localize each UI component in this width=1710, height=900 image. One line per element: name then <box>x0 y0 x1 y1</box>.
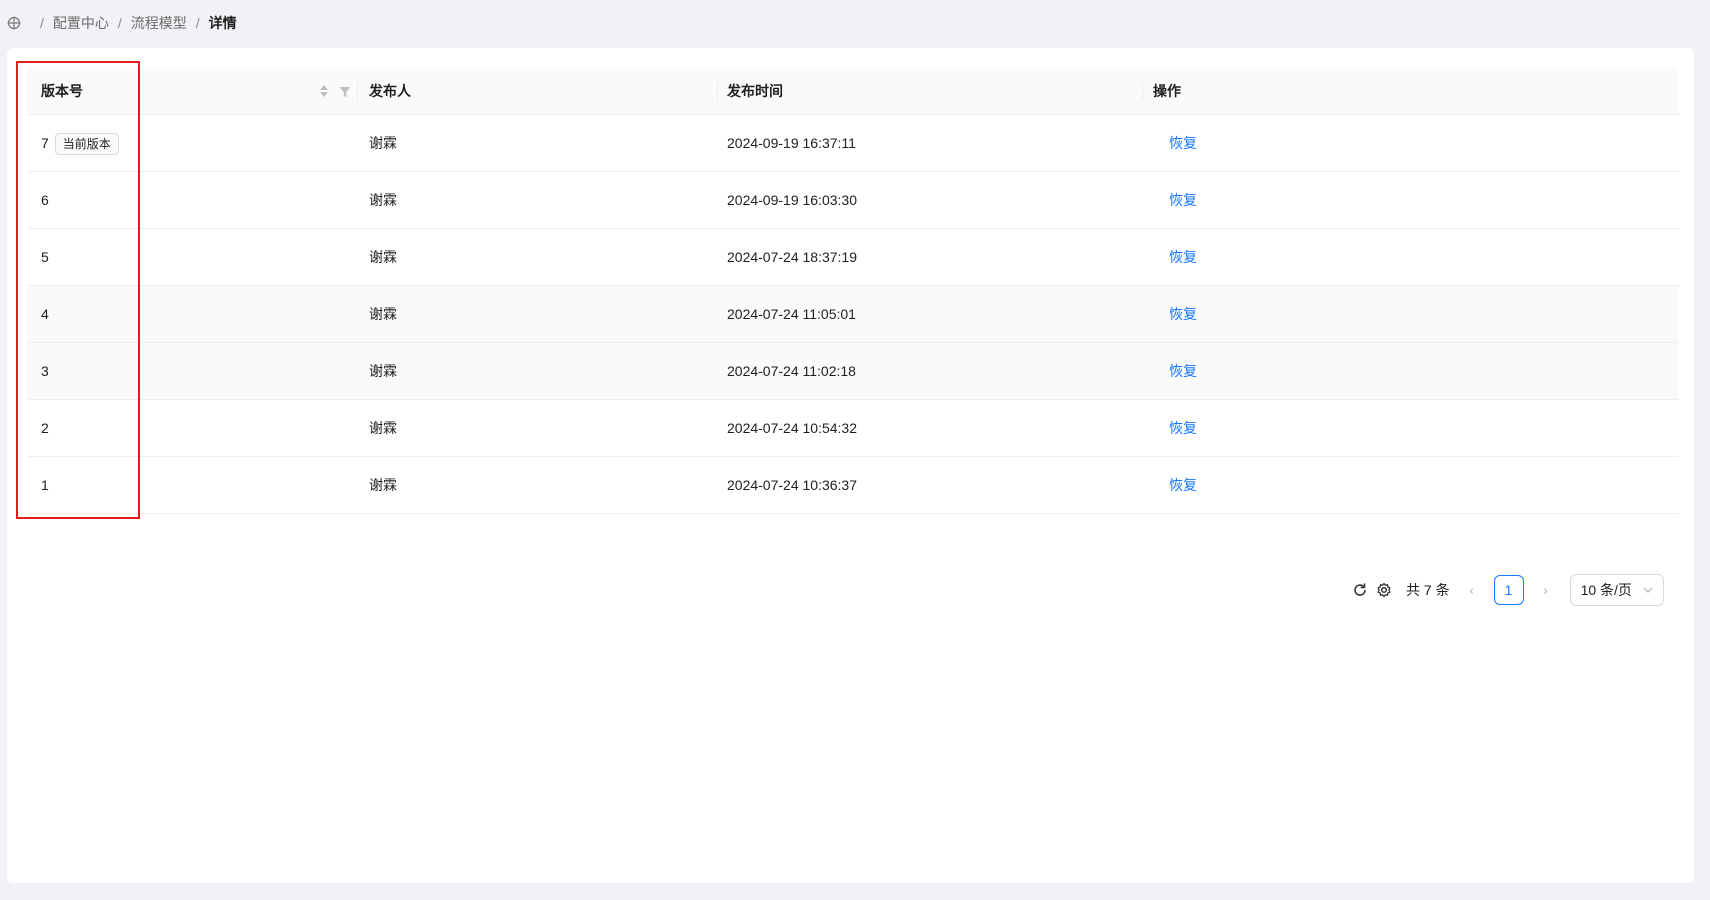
column-header-actions: 操作 <box>1153 83 1181 99</box>
move-icon[interactable] <box>7 16 21 30</box>
restore-link[interactable]: 恢复 <box>1169 286 1197 342</box>
pagination: 共 7 条 ‹ 1 › 10 条/页 <box>1352 573 1664 607</box>
column-header-publish-time: 发布时间 <box>727 83 783 99</box>
settings-icon[interactable] <box>1376 582 1392 598</box>
column-header-version: 版本号 <box>41 83 83 99</box>
restore-link[interactable]: 恢复 <box>1169 115 1197 171</box>
table-row: 7 当前版本 谢霖 2024-09-19 16:37:11 恢复 <box>27 115 1679 172</box>
column-divider <box>357 82 358 100</box>
filter-icon[interactable] <box>339 85 351 97</box>
column-divider <box>717 82 718 100</box>
version-number: 1 <box>41 477 49 493</box>
table-row: 4 谢霖 2024-07-24 11:05:01 恢复 <box>27 286 1679 343</box>
restore-link[interactable]: 恢复 <box>1169 172 1197 228</box>
breadcrumb-separator: / <box>117 15 122 31</box>
publish-time: 2024-07-24 11:05:01 <box>727 306 856 322</box>
table-row: 5 谢霖 2024-07-24 18:37:19 恢复 <box>27 229 1679 286</box>
breadcrumb-process-model[interactable]: 流程模型 <box>131 13 187 33</box>
table-row: 1 谢霖 2024-07-24 10:36:37 恢复 <box>27 457 1679 514</box>
restore-link[interactable]: 恢复 <box>1169 400 1197 456</box>
publisher: 谢霖 <box>369 135 397 151</box>
breadcrumb: / 配置中心 / 流程模型 / 详情 <box>7 12 237 34</box>
version-table: 版本号 发布人 发布时间 操作 7 当前版本 谢霖 2024-09-19 16:… <box>27 68 1679 514</box>
column-divider <box>1142 82 1143 100</box>
refresh-icon[interactable] <box>1352 582 1368 598</box>
page-1-button[interactable]: 1 <box>1493 575 1524 605</box>
next-page-button[interactable]: › <box>1534 582 1558 598</box>
table-row: 3 谢霖 2024-07-24 11:02:18 恢复 <box>27 343 1679 400</box>
breadcrumb-config-center[interactable]: 配置中心 <box>53 13 109 33</box>
total-count: 共 7 条 <box>1406 582 1450 598</box>
publisher: 谢霖 <box>369 363 397 379</box>
version-number: 6 <box>41 192 49 208</box>
publisher: 谢霖 <box>369 420 397 436</box>
breadcrumb-current: 详情 <box>208 15 237 31</box>
version-number: 7 <box>41 135 49 151</box>
chevron-down-icon <box>1643 582 1653 598</box>
version-number: 2 <box>41 420 49 436</box>
restore-link[interactable]: 恢复 <box>1169 457 1197 513</box>
publisher: 谢霖 <box>369 192 397 208</box>
column-header-publisher: 发布人 <box>369 83 411 99</box>
table-header: 版本号 发布人 发布时间 操作 <box>27 68 1679 115</box>
current-version-tag: 当前版本 <box>54 133 119 156</box>
publisher: 谢霖 <box>369 477 397 493</box>
restore-link[interactable]: 恢复 <box>1169 343 1197 399</box>
version-number: 4 <box>41 306 49 322</box>
publish-time: 2024-07-24 18:37:19 <box>727 249 857 265</box>
breadcrumb-separator: / <box>195 15 200 31</box>
publisher: 谢霖 <box>369 249 397 265</box>
sort-icon[interactable] <box>319 84 329 98</box>
prev-page-button[interactable]: ‹ <box>1460 582 1484 598</box>
publish-time: 2024-07-24 10:54:32 <box>727 420 857 436</box>
table-row: 6 谢霖 2024-09-19 16:03:30 恢复 <box>27 172 1679 229</box>
content-card: 版本号 发布人 发布时间 操作 7 当前版本 谢霖 2024-09-19 16:… <box>7 48 1694 883</box>
publish-time: 2024-07-24 10:36:37 <box>727 477 857 493</box>
publish-time: 2024-09-19 16:03:30 <box>727 192 857 208</box>
page-size-select[interactable]: 10 条/页 <box>1569 574 1664 606</box>
version-number: 5 <box>41 249 49 265</box>
page-size-value: 10 条/页 <box>1580 582 1632 598</box>
restore-link[interactable]: 恢复 <box>1169 229 1197 285</box>
publisher: 谢霖 <box>369 306 397 322</box>
version-number: 3 <box>41 363 49 379</box>
table-row: 2 谢霖 2024-07-24 10:54:32 恢复 <box>27 400 1679 457</box>
publish-time: 2024-09-19 16:37:11 <box>727 135 856 151</box>
breadcrumb-separator: / <box>40 15 44 31</box>
publish-time: 2024-07-24 11:02:18 <box>727 363 856 379</box>
